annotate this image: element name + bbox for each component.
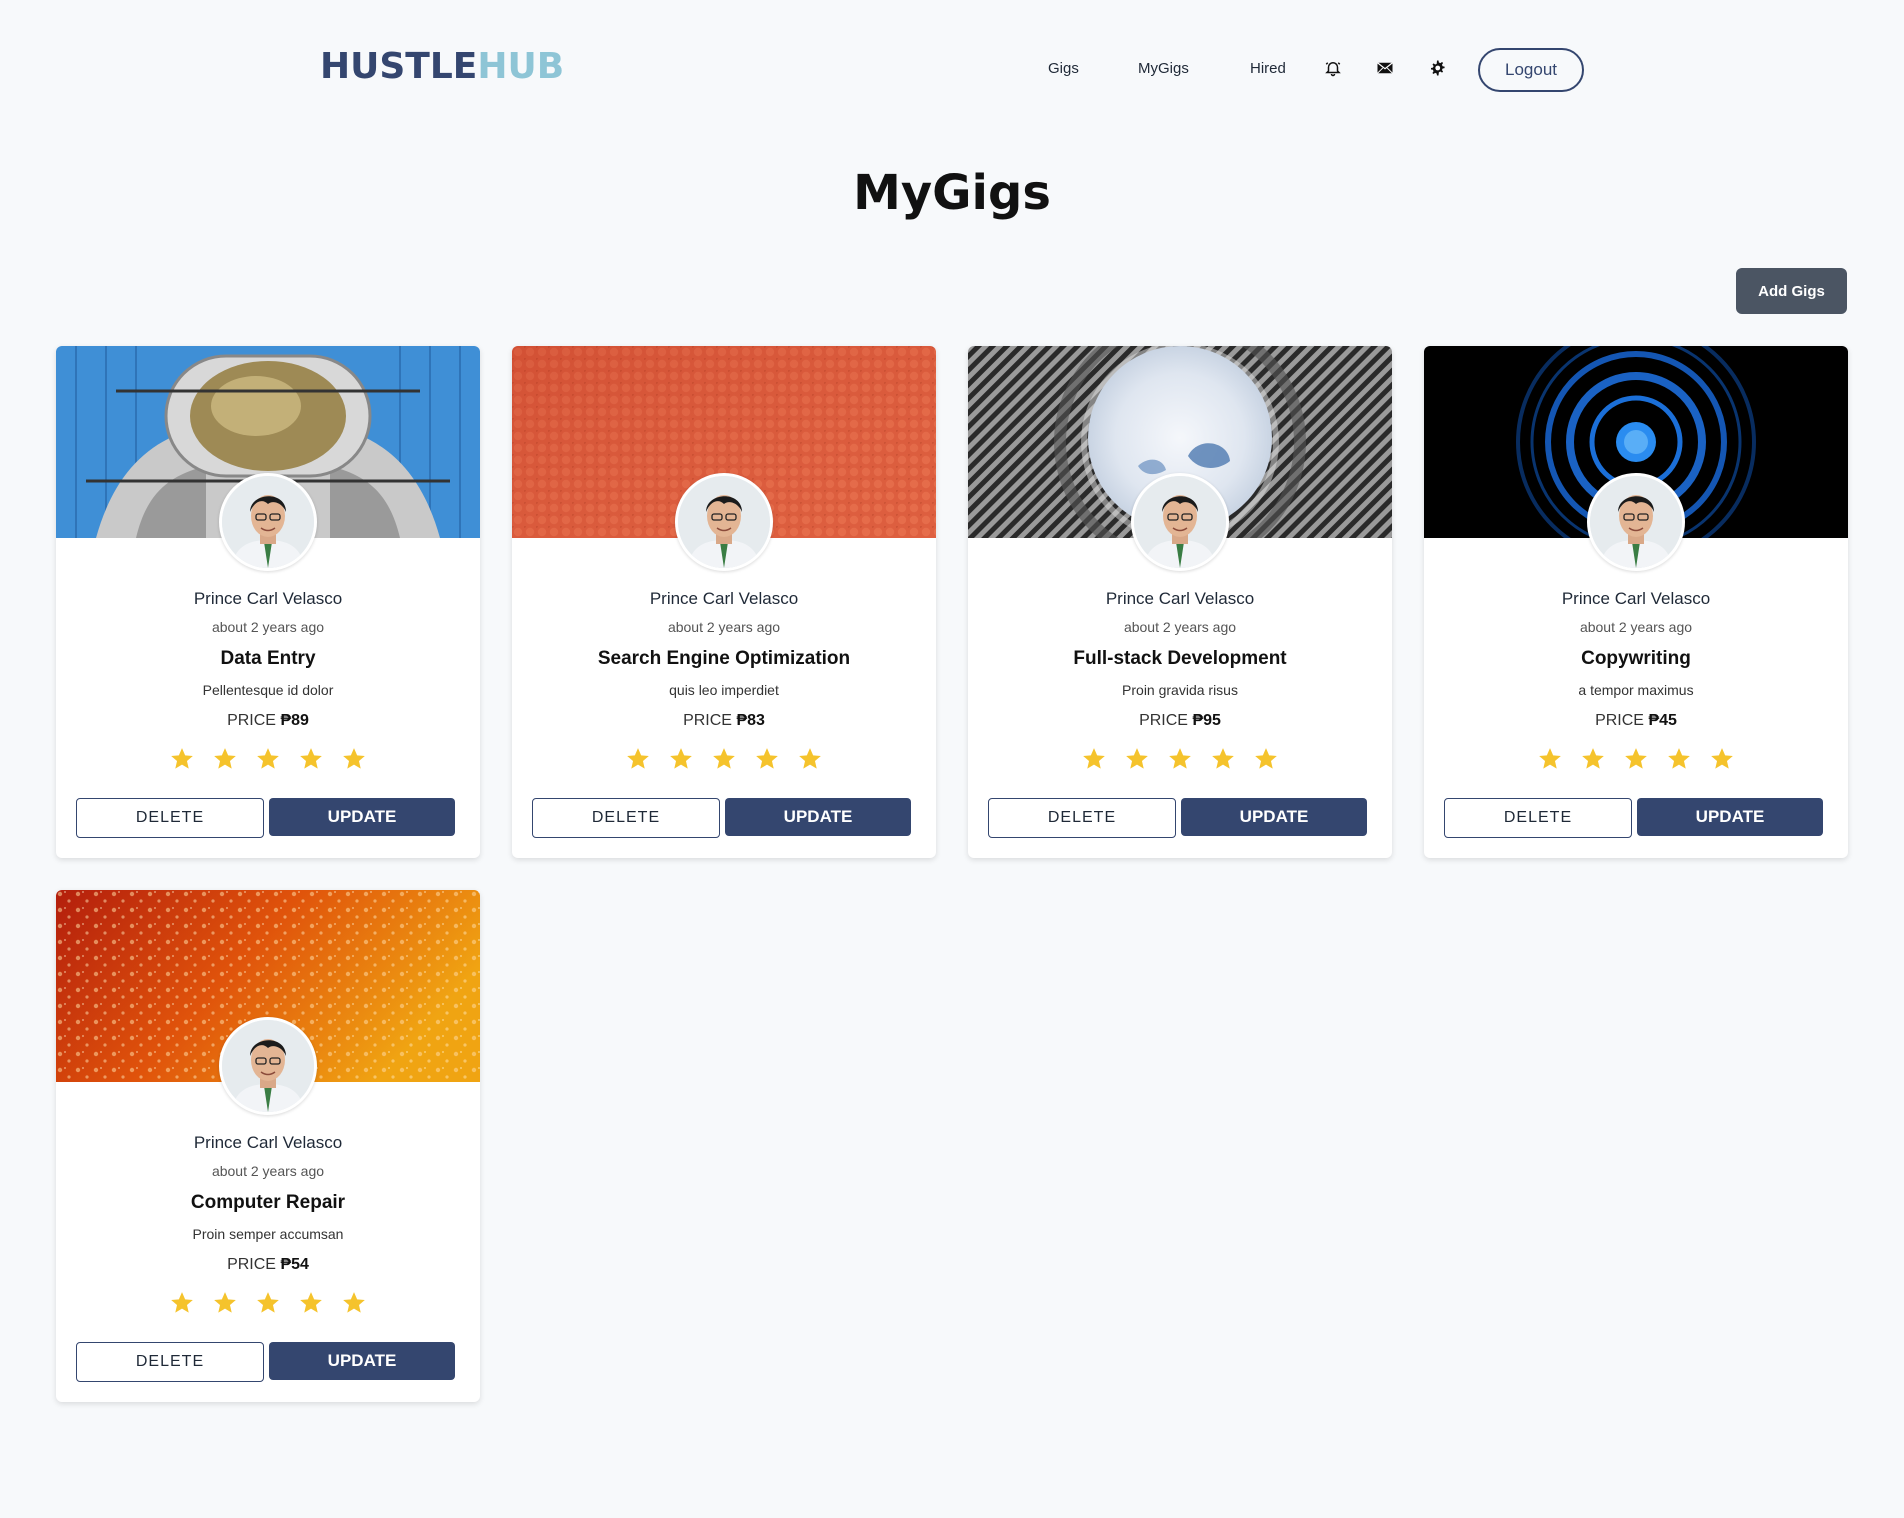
gig-card: Prince Carl Velasco about 2 years ago Co… <box>1424 346 1848 858</box>
gig-posted-time: about 2 years ago <box>1123 619 1237 635</box>
gig-owner-name: Prince Carl Velasco <box>193 1133 343 1152</box>
price-value: ₱83 <box>736 712 765 729</box>
gig-description: Proin gravida risus <box>1122 682 1238 698</box>
price-label: PRICE <box>227 1256 276 1273</box>
star-icon <box>627 748 649 769</box>
gig-owner-name: Prince Carl Velasco <box>193 589 343 608</box>
price-label: PRICE <box>227 712 276 729</box>
gig-posted-time: about 2 years ago <box>1579 619 1693 635</box>
gig-price: PRICE ₱95 <box>968 712 1392 730</box>
update-button[interactable]: UPDATE <box>269 1342 455 1380</box>
logo[interactable]: HUSTLEHUB <box>320 46 564 87</box>
delete-button[interactable]: DELETE <box>988 798 1176 838</box>
price-value: ₱89 <box>280 712 309 729</box>
nav-link-mygigs[interactable]: MyGigs <box>1138 60 1189 77</box>
star-icon <box>1083 748 1105 769</box>
star-icon <box>300 748 322 769</box>
gig-owner-name: Prince Carl Velasco <box>1561 589 1711 608</box>
avatar <box>1587 473 1685 571</box>
logo-part-hub: HUB <box>477 46 565 87</box>
star-icon <box>1126 748 1148 769</box>
star-icon <box>343 748 365 769</box>
gig-posted-time: about 2 years ago <box>211 619 325 635</box>
star-icon <box>670 748 692 769</box>
gig-title: Search Engine Optimization <box>597 648 851 669</box>
rating-stars <box>1424 746 1848 772</box>
add-gigs-button[interactable]: Add Gigs <box>1736 268 1847 314</box>
gig-title: Copywriting <box>1581 648 1691 669</box>
star-icon <box>799 748 821 769</box>
logo-part-hustle: HUSTLE <box>320 46 478 87</box>
update-button[interactable]: UPDATE <box>1181 798 1367 836</box>
star-icon <box>756 748 778 769</box>
star-icon <box>1711 748 1733 769</box>
price-label: PRICE <box>1139 712 1188 729</box>
gig-price: PRICE ₱45 <box>1424 712 1848 730</box>
nav-link-gigs[interactable]: Gigs <box>1048 60 1079 77</box>
avatar <box>1131 473 1229 571</box>
rating-stars <box>968 746 1392 772</box>
gig-card: Prince Carl Velasco about 2 years ago Fu… <box>968 346 1392 858</box>
avatar <box>675 473 773 571</box>
price-value: ₱54 <box>280 1256 309 1273</box>
update-button[interactable]: UPDATE <box>725 798 911 836</box>
star-icon <box>1255 748 1277 769</box>
price-value: ₱95 <box>1192 712 1221 729</box>
gig-description: a tempor maximus <box>1578 682 1694 698</box>
star-icon <box>257 748 279 769</box>
gig-title: Full-stack Development <box>1073 648 1287 669</box>
update-button[interactable]: UPDATE <box>269 798 455 836</box>
star-icon <box>214 1292 236 1313</box>
star-icon <box>713 748 735 769</box>
star-icon <box>343 1292 365 1313</box>
gear-icon[interactable] <box>1427 58 1447 78</box>
star-icon <box>1582 748 1604 769</box>
delete-button[interactable]: DELETE <box>1444 798 1632 838</box>
gig-price: PRICE ₱54 <box>56 1256 480 1274</box>
gig-card: Prince Carl Velasco about 2 years ago Da… <box>56 346 480 858</box>
gig-description: quis leo imperdiet <box>669 682 779 698</box>
bell-icon[interactable] <box>1323 58 1343 78</box>
delete-button[interactable]: DELETE <box>76 1342 264 1382</box>
gig-card: Prince Carl Velasco about 2 years ago Se… <box>512 346 936 858</box>
star-icon <box>257 1292 279 1313</box>
gig-owner-name: Prince Carl Velasco <box>649 589 799 608</box>
mail-icon[interactable] <box>1375 58 1395 78</box>
star-icon <box>171 1292 193 1313</box>
gig-owner-name: Prince Carl Velasco <box>1105 589 1255 608</box>
delete-button[interactable]: DELETE <box>76 798 264 838</box>
star-icon <box>1539 748 1561 769</box>
gig-posted-time: about 2 years ago <box>211 1163 325 1179</box>
gig-price: PRICE ₱83 <box>512 712 936 730</box>
delete-button[interactable]: DELETE <box>532 798 720 838</box>
gig-title: Data Entry <box>220 648 316 669</box>
gig-description: Pellentesque id dolor <box>202 682 334 698</box>
avatar <box>219 1017 317 1115</box>
page-title: MyGigs <box>853 165 1051 221</box>
gig-price: PRICE ₱89 <box>56 712 480 730</box>
price-label: PRICE <box>1595 712 1644 729</box>
rating-stars <box>56 746 480 772</box>
star-icon <box>214 748 236 769</box>
gig-description: Proin semper accumsan <box>192 1226 344 1242</box>
price-label: PRICE <box>683 712 732 729</box>
nav-link-hired[interactable]: Hired <box>1250 60 1286 77</box>
gig-card: Prince Carl Velasco about 2 years ago Co… <box>56 890 480 1402</box>
logout-button[interactable]: Logout <box>1478 48 1584 92</box>
price-value: ₱45 <box>1648 712 1677 729</box>
rating-stars <box>56 1290 480 1316</box>
avatar <box>219 473 317 571</box>
gig-posted-time: about 2 years ago <box>667 619 781 635</box>
star-icon <box>1668 748 1690 769</box>
gig-title: Computer Repair <box>190 1192 346 1213</box>
star-icon <box>1625 748 1647 769</box>
star-icon <box>1169 748 1191 769</box>
star-icon <box>300 1292 322 1313</box>
star-icon <box>171 748 193 769</box>
top-nav: HUSTLEHUB Gigs MyGigs Hired Logout <box>0 0 1904 140</box>
rating-stars <box>512 746 936 772</box>
update-button[interactable]: UPDATE <box>1637 798 1823 836</box>
star-icon <box>1212 748 1234 769</box>
